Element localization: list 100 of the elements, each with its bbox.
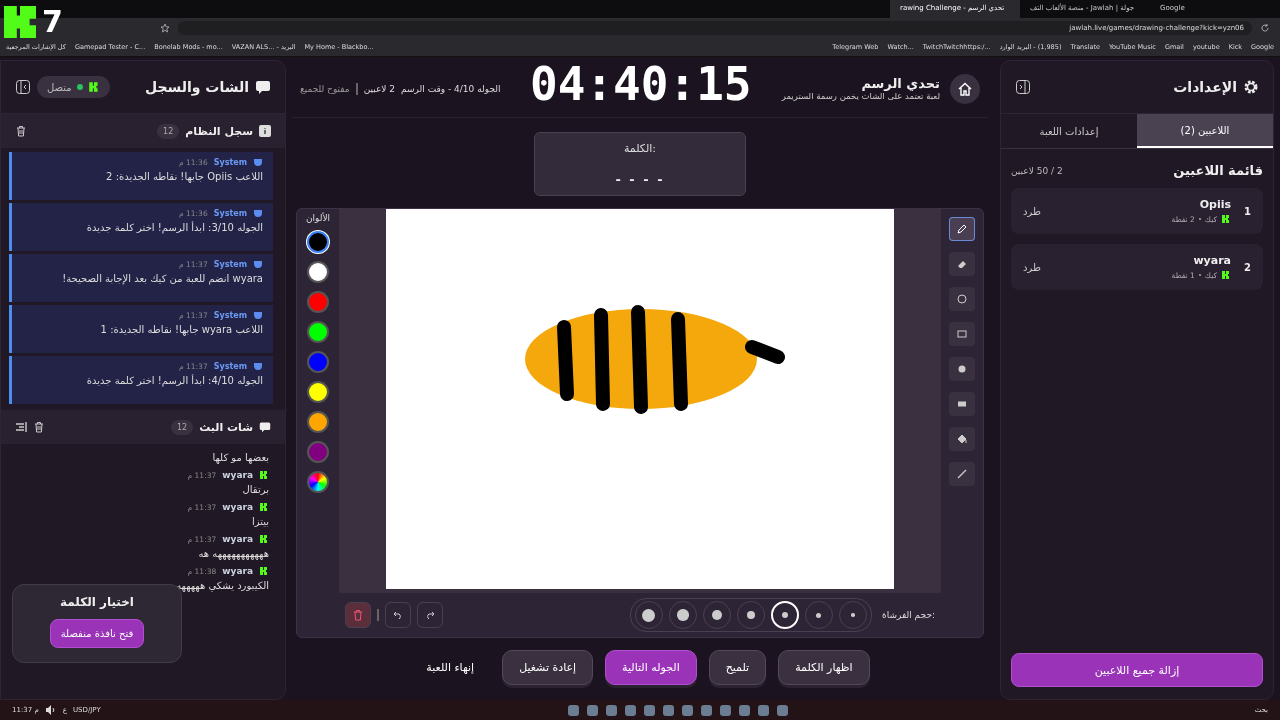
speaker-icon[interactable] [44, 704, 57, 716]
color-swatch[interactable] [307, 291, 329, 313]
author-name: System [213, 310, 247, 320]
author-name: wyara [222, 470, 253, 480]
tool-button[interactable] [949, 252, 975, 276]
paint-bucket-icon [956, 433, 968, 445]
list-title: قائمة اللاعبين [1173, 163, 1263, 178]
home-button[interactable] [950, 73, 980, 104]
color-swatch[interactable] [307, 381, 329, 403]
section-title: سجل النظام [185, 124, 253, 138]
drawing-canvas[interactable] [386, 209, 894, 589]
k-logo-icon [259, 502, 269, 512]
player-name: Opiis [1198, 198, 1231, 211]
author-name: System [213, 259, 247, 269]
undo-icon [393, 610, 403, 620]
tool-button[interactable] [949, 287, 975, 311]
action-button[interactable]: تلميح [708, 650, 767, 685]
trash-icon[interactable] [15, 125, 27, 137]
action-button[interactable]: إعادة تشغيل [502, 650, 594, 685]
author-name: wyara [222, 566, 253, 576]
player-rank: 1 [1243, 205, 1251, 217]
collapse-panel-icon[interactable] [15, 79, 31, 95]
taskbar-app-icon[interactable] [662, 704, 674, 716]
taskbar-app-icon[interactable] [700, 704, 712, 716]
panel-tab[interactable]: إعدادات اللعبة [1001, 114, 1137, 148]
taskbar-app-icon[interactable] [738, 704, 750, 716]
log-text: الجوله 4/10: ابدأ الرسم! اختر كلمة جديدة [85, 375, 263, 386]
chat-message: بعضها مو كلها [211, 452, 269, 463]
color-picker-button[interactable] [307, 471, 329, 493]
shield-icon [253, 310, 263, 320]
filled-circle-icon [956, 363, 968, 375]
brush-size-label: حجم الفرشاة: [881, 610, 935, 620]
collapse-panel-icon[interactable] [1015, 79, 1031, 95]
author-name: wyara [222, 534, 253, 544]
stream-timer: 04:40:15 [530, 57, 752, 111]
color-swatch[interactable] [307, 261, 329, 283]
author-name: System [213, 361, 247, 371]
k-logo-icon [1221, 270, 1231, 280]
round-info: الجوله 4/10 - وقت الرسم [401, 83, 501, 94]
pen-icon [956, 223, 968, 235]
taskbar-app-icon[interactable] [719, 704, 731, 716]
section-title: شات البث [199, 420, 253, 434]
taskbar-app-icon[interactable] [624, 704, 636, 716]
taskbar-app-icon[interactable] [681, 704, 693, 716]
taskbar-app-icon[interactable] [567, 704, 579, 716]
popup-title: اختيار الكلمة [60, 595, 134, 609]
trash-icon[interactable] [33, 421, 45, 433]
chat-message: بيتزا [250, 516, 269, 527]
tool-button[interactable] [949, 357, 975, 381]
author-name: System [213, 157, 247, 167]
color-swatch[interactable] [307, 351, 329, 373]
k-logo-icon [87, 81, 100, 93]
log-text: wyara انضم للعبة من كيك بعد الإجابة الصحيحة! [61, 273, 263, 284]
panel-title: الشات والسجل [144, 79, 249, 95]
color-swatch[interactable] [307, 231, 329, 253]
align-icon[interactable] [15, 421, 27, 433]
shield-icon [253, 361, 263, 371]
action-button[interactable]: اظهار الكلمة [778, 650, 870, 685]
player-name: wyara [1192, 254, 1231, 267]
log-text: الجوله 3/10: ابدأ الرسم! اختر كلمة جديدة [85, 222, 263, 233]
color-swatch[interactable] [307, 411, 329, 433]
kick-link[interactable]: طرد [1023, 205, 1041, 217]
color-swatch[interactable] [307, 321, 329, 343]
log-text: اللاعب wyara جابها! نقاطه الجديدة: 1 [99, 324, 263, 335]
taskbar-app-icon[interactable] [586, 704, 598, 716]
end-game-link[interactable]: إنهاء اللعبة [410, 651, 491, 684]
count-badge: 12 [170, 419, 194, 435]
shield-icon [253, 208, 263, 218]
taskbar-app-icon[interactable] [776, 704, 788, 716]
k-logo-icon [259, 534, 269, 544]
reload-icon[interactable] [1260, 23, 1270, 33]
panel-tab[interactable]: اللاعبين (2) [1137, 114, 1273, 148]
palette-label: الألوان [305, 213, 331, 223]
remove-all-button[interactable]: إزالة جميع اللاعبين [1011, 653, 1263, 687]
stream-counter: 7 [42, 4, 63, 39]
word-hint: - - - - [615, 171, 665, 187]
k-logo-icon [259, 566, 269, 576]
star-icon[interactable] [160, 23, 170, 33]
tool-button[interactable] [949, 217, 975, 241]
taskbar-app-icon[interactable] [605, 704, 617, 716]
taskbar-app-icon[interactable] [757, 704, 769, 716]
kick-link[interactable]: طرد [1023, 261, 1041, 273]
redo-button[interactable] [417, 602, 443, 628]
chat-message: برتقال [241, 484, 269, 495]
game-subtitle: لعبة تعتمد على الشات يخمن رسمة الستريمر [781, 91, 940, 101]
author-name: System [213, 208, 247, 218]
open-window-button[interactable]: فتح نافذة منفصلة [49, 619, 145, 648]
taskbar-app-icon[interactable] [643, 704, 655, 716]
clear-button[interactable] [345, 602, 371, 628]
player-count: 2 لاعبين [363, 83, 396, 94]
eraser-icon [956, 258, 968, 270]
tool-button[interactable] [949, 427, 975, 451]
action-button[interactable]: الجوله التالية [605, 650, 697, 685]
undo-button[interactable] [385, 602, 411, 628]
color-swatch[interactable] [307, 441, 329, 463]
player-rank: 2 [1243, 261, 1251, 273]
player-capacity: 2 / 50 لاعبين [1011, 165, 1063, 176]
tool-button[interactable] [949, 392, 975, 416]
shield-icon [253, 157, 263, 167]
line-icon [956, 468, 968, 480]
